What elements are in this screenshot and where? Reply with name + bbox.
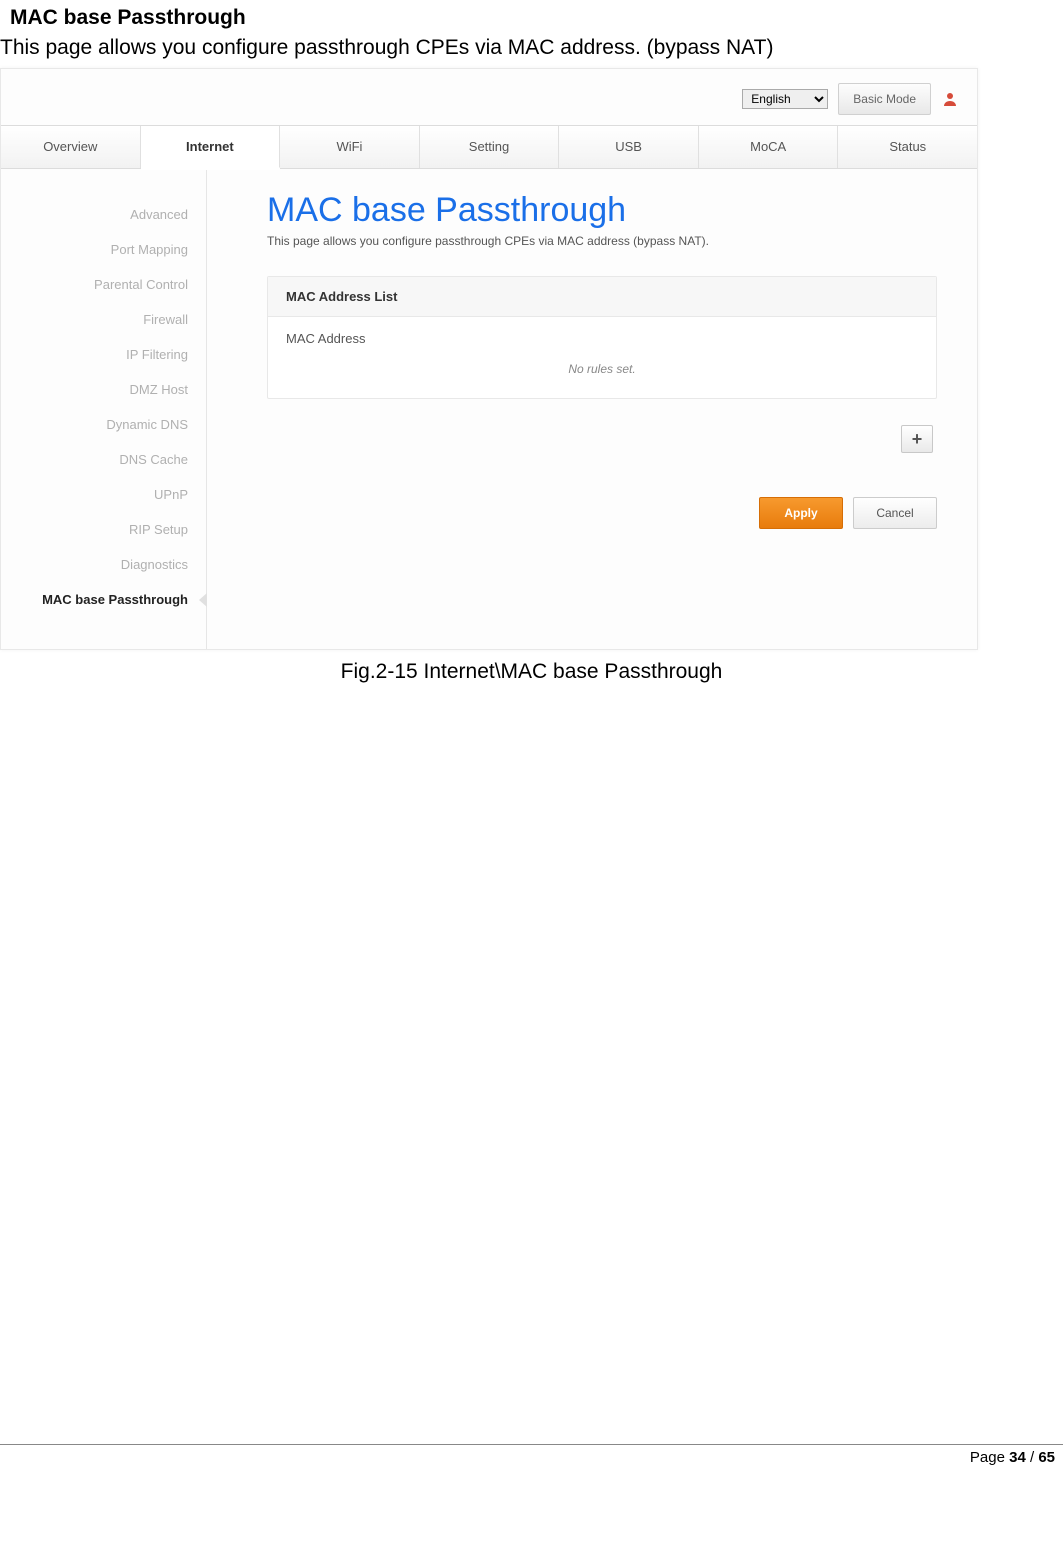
page-description: This page allows you configure passthrou… <box>267 234 937 248</box>
page-sep: / <box>1026 1449 1039 1466</box>
router-ui-screenshot: English Basic Mode Overview Internet WiF… <box>0 68 978 650</box>
page-current: 34 <box>1009 1449 1026 1466</box>
sidebar-item-upnp[interactable]: UPnP <box>1 477 206 512</box>
page-total: 65 <box>1038 1449 1055 1466</box>
logout-icon[interactable] <box>941 90 959 108</box>
page-label-prefix: Page <box>970 1449 1009 1466</box>
sidebar-item-ip-filtering[interactable]: IP Filtering <box>1 337 206 372</box>
doc-section-text: This page allows you configure passthrou… <box>0 32 1063 68</box>
figure-caption: Fig.2-15 Internet\MAC base Passthrough <box>0 650 1063 684</box>
basic-mode-button[interactable]: Basic Mode <box>838 83 931 115</box>
plus-icon: + <box>912 429 923 450</box>
tab-status[interactable]: Status <box>838 126 977 168</box>
mac-address-list-panel: MAC Address List MAC Address No rules se… <box>267 276 937 399</box>
tab-internet[interactable]: Internet <box>141 126 281 168</box>
sidebar-item-mac-base-passthrough[interactable]: MAC base Passthrough <box>1 582 206 617</box>
sidebar-item-dns-cache[interactable]: DNS Cache <box>1 442 206 477</box>
sidebar-item-firewall[interactable]: Firewall <box>1 302 206 337</box>
tab-moca[interactable]: MoCA <box>699 126 839 168</box>
sidebar-item-port-mapping[interactable]: Port Mapping <box>1 232 206 267</box>
empty-state-text: No rules set. <box>286 356 918 394</box>
sidebar-item-advanced[interactable]: Advanced <box>1 197 206 232</box>
add-rule-button[interactable]: + <box>901 425 933 453</box>
language-select[interactable]: English <box>742 89 828 109</box>
page-heading: MAC base Passthrough <box>267 191 937 230</box>
content-area: MAC base Passthrough This page allows yo… <box>206 169 977 649</box>
sidebar-item-diagnostics[interactable]: Diagnostics <box>1 547 206 582</box>
page-footer: Page 34 / 65 <box>0 1444 1063 1476</box>
tab-setting[interactable]: Setting <box>420 126 560 168</box>
sidebar-item-dynamic-dns[interactable]: Dynamic DNS <box>1 407 206 442</box>
panel-title: MAC Address List <box>268 277 936 317</box>
cancel-button[interactable]: Cancel <box>853 497 937 529</box>
top-bar: English Basic Mode <box>1 69 977 125</box>
tab-overview[interactable]: Overview <box>1 126 141 168</box>
tab-wifi[interactable]: WiFi <box>280 126 420 168</box>
sidebar-item-rip-setup[interactable]: RIP Setup <box>1 512 206 547</box>
tab-usb[interactable]: USB <box>559 126 699 168</box>
sidebar: Advanced Port Mapping Parental Control F… <box>1 169 206 649</box>
sidebar-item-parental-control[interactable]: Parental Control <box>1 267 206 302</box>
column-label-mac-address: MAC Address <box>286 331 918 346</box>
apply-button[interactable]: Apply <box>759 497 843 529</box>
doc-section-title: MAC base Passthrough <box>10 6 1053 30</box>
main-nav-tabs: Overview Internet WiFi Setting USB MoCA … <box>1 125 977 169</box>
sidebar-item-dmz-host[interactable]: DMZ Host <box>1 372 206 407</box>
